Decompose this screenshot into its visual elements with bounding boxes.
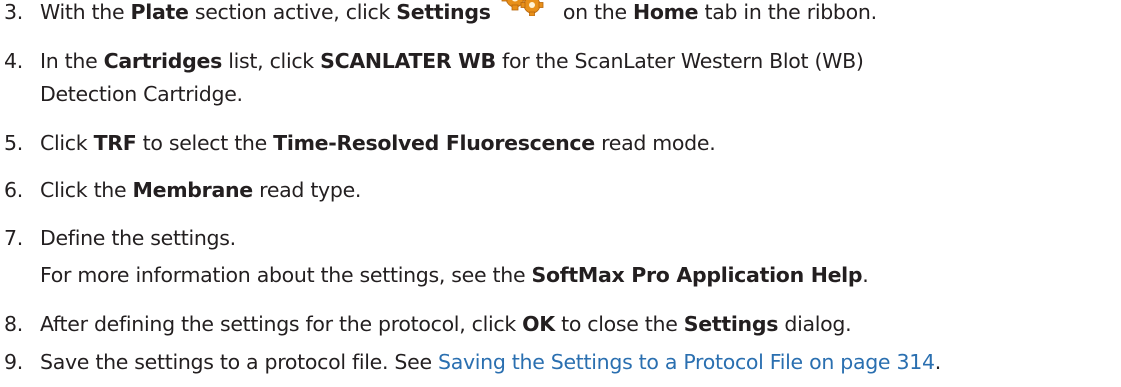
step-number: 5. xyxy=(4,131,23,155)
step-number: 4. xyxy=(4,49,23,73)
text-run: on the xyxy=(556,0,633,24)
step-text: Save the settings to a protocol file. Se… xyxy=(40,350,941,374)
step-number: 8. xyxy=(4,312,23,336)
text-run: In the xyxy=(40,49,104,73)
bold-term: SoftMax Pro Application Help xyxy=(531,263,863,287)
step-number: 7. xyxy=(4,226,23,250)
text-run: to select the xyxy=(136,131,274,155)
step-text: In the Cartridges list, click SCANLATER … xyxy=(40,49,864,73)
bold-term: Membrane xyxy=(132,178,254,202)
text-run: Click xyxy=(40,131,94,155)
text-run: After defining the settings for the prot… xyxy=(40,312,523,336)
text-run: dialog. xyxy=(778,312,852,336)
text-run: read type. xyxy=(252,178,362,202)
text-run: read mode. xyxy=(594,131,716,155)
step-number: 9. xyxy=(4,350,23,374)
step-text-line2: Detection Cartridge. xyxy=(40,82,243,106)
text-run: Save the settings to a protocol file. Se… xyxy=(40,350,438,374)
bold-term: OK xyxy=(522,312,555,336)
bold-term: Plate xyxy=(130,0,189,24)
bold-term: SCANLATER WB xyxy=(320,49,496,73)
step-text: Click TRF to select the Time-Resolved Fl… xyxy=(40,131,716,155)
step-number: 6. xyxy=(4,178,23,202)
text-run: Click the xyxy=(40,178,133,202)
bold-term: Settings xyxy=(683,312,779,336)
text-run: . xyxy=(934,350,942,374)
instruction-list: 3. With the Plate section active, click … xyxy=(0,0,1121,387)
bold-term: TRF xyxy=(93,131,137,155)
text-run: Detection Cartridge. xyxy=(40,82,243,106)
bold-term: Settings xyxy=(396,0,491,24)
text-run: for the ScanLater Western Blot (WB) xyxy=(495,49,864,73)
text-run: Define the settings. xyxy=(40,226,236,250)
step-text: After defining the settings for the prot… xyxy=(40,312,852,336)
step-text: Click the Membrane read type. xyxy=(40,178,361,202)
step-text: With the Plate section active, click Set… xyxy=(40,0,877,24)
text-run: . xyxy=(862,263,869,287)
bold-term: Home xyxy=(632,0,699,24)
text-run: tab in the ribbon. xyxy=(698,0,877,24)
text-run: With the xyxy=(40,0,131,24)
text-run: section active, click xyxy=(188,0,397,24)
bold-term: Time-Resolved Fluorescence xyxy=(273,131,595,155)
text-run: to close the xyxy=(554,312,684,336)
cross-reference-link[interactable]: Saving the Settings to a Protocol File o… xyxy=(438,350,935,374)
text-run: For more information about the settings,… xyxy=(40,263,532,287)
step-text-line2: For more information about the settings,… xyxy=(40,263,869,287)
step-text: Define the settings. xyxy=(40,226,236,250)
text-run: list, click xyxy=(222,49,321,73)
step-number: 3. xyxy=(4,0,23,24)
settings-gear-icon xyxy=(499,0,547,16)
bold-term: Cartridges xyxy=(103,49,223,73)
